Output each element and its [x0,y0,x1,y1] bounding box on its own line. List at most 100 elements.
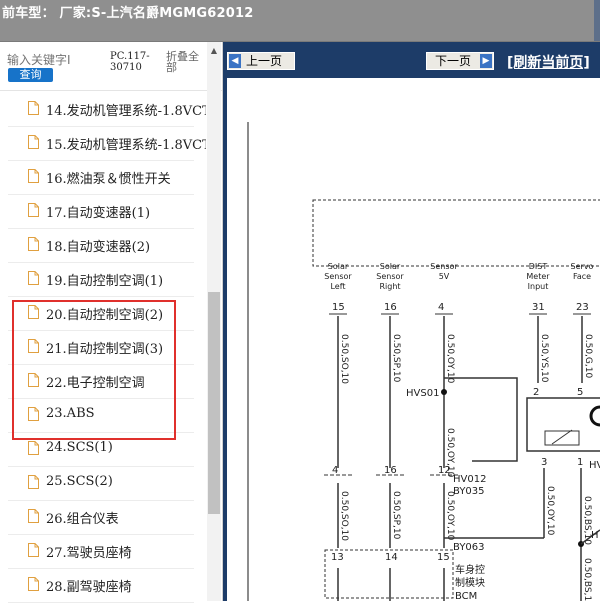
wire-label: 0.50,OY,10 [445,491,455,541]
tree-item-label: 28.副驾驶座椅 [46,580,132,595]
wire-label: 0.50,YS,10 [539,334,549,383]
module-label: BCM [455,591,477,601]
title-bar-edge [594,0,600,41]
arrow-left-icon: ◀ [229,54,241,68]
pin-number: 4 [438,302,444,313]
connector-id: HV012 [453,474,486,485]
sensor-label: Left [330,282,345,291]
tree-item-label: 19.自动控制空调(1) [46,274,164,289]
search-input[interactable] [7,52,105,68]
sensor-label: Input [528,282,549,291]
wire-label: 0.50,OY,10 [545,486,555,536]
motor-symbol [589,405,600,427]
tree-item-label: 18.自动变速器(2) [46,240,151,255]
connector-id: HV [589,460,600,471]
sensor-label: Meter [526,272,550,281]
tree-item[interactable]: 14.发动机管理系统-1.8VCT- [8,92,206,127]
document-viewer: ◀ 上一页 下一页 ▶ [刷新当前页] Solar Sensor Left 15 Sol… [223,42,600,601]
prev-page-button[interactable]: ◀ 上一页 [227,52,295,70]
sensor-label: Solar [380,262,401,271]
sensor-label: 5V [439,272,450,281]
tree-item-label: 17.自动变速器(1) [46,206,151,221]
document-icon [28,271,39,285]
wire-label: 0.50,G,10 [583,334,593,378]
schematic-page: Solar Sensor Left 15 Solar Sensor Right 16 Senso… [227,78,600,601]
document-icon [28,135,39,149]
pin-number: 23 [576,302,589,313]
tree-item-label: 15.发动机管理系统-1.8VCT- [46,138,206,153]
model-code: PC.117-30710 [110,51,150,73]
pin-number: 13 [331,552,344,563]
tree-item[interactable]: 19.自动控制空调(1) [8,262,194,297]
connector-id: BY035 [453,486,485,497]
tree-item-label: 24.SCS(1) [46,440,113,455]
document-icon [28,169,39,183]
document-icon [28,577,39,591]
tree-item[interactable]: 17.自动变速器(1) [8,194,194,229]
arrow-right-icon: ▶ [480,54,492,68]
scroll-thumb[interactable] [208,292,220,514]
wiring-diagram: SolarSensorLeft15SolarSensorRight16Senso… [247,122,600,601]
pin-number: 16 [384,465,397,476]
tree-item-label: 25.SCS(2) [46,474,113,489]
document-icon [28,101,39,115]
pin-number: 16 [384,302,397,313]
wire-label: 0.50,SP,10 [391,334,401,383]
component-box [526,397,600,452]
scroll-up-arrow-icon[interactable]: ▲ [207,46,221,56]
splice-dot [441,389,447,395]
pin-number: 5 [577,387,583,398]
pin-number: 15 [332,302,345,313]
pin-number: 14 [385,552,398,563]
sensor-label: Sensor [430,262,458,271]
highlight-box [12,300,176,440]
resistor-symbol [544,430,580,446]
wire-label: 0.50,SO,10 [339,491,349,541]
tree-item-label: 27.驾驶员座椅 [46,546,132,561]
next-page-button[interactable]: 下一页 ▶ [426,52,494,70]
connector-id: H [591,530,599,541]
pin-number: 31 [532,302,545,313]
module-box [312,199,600,267]
tree-item[interactable]: 25.SCS(2) [8,466,194,501]
sidebar-scrollbar[interactable]: ▲ [207,42,221,601]
document-icon [28,237,39,251]
next-page-label: 下一页 [435,54,472,68]
tree-item[interactable]: 28.副驾驶座椅 [8,568,194,603]
collapse-all-link[interactable]: 折叠全部 [166,51,202,73]
pin-number: 4 [332,465,338,476]
sensor-label: DIST [529,262,548,271]
sensor-label: Sensor [376,272,404,281]
search-row: 查询 PC.117-30710 折叠全部 [0,42,222,91]
tree-item-label: 26.组合仪表 [46,512,119,527]
document-icon [28,543,39,557]
refresh-page-link[interactable]: [刷新当前页] [507,52,590,72]
tree-item[interactable]: 16.燃油泵＆惯性开关 [8,160,194,195]
sensor-label: Sensor [324,272,352,281]
page-title: 前车型： 厂家:S-上汽名爵MGMG62012 [2,6,254,21]
sensor-label: Servo [571,262,594,271]
document-icon [28,475,39,489]
splice-id: HVS01 [406,388,439,399]
pin-number: 15 [437,552,450,563]
connector-id: BY063 [453,542,485,553]
search-button[interactable]: 查询 [8,68,53,82]
pin-number: 3 [541,457,547,468]
document-icon [28,441,39,455]
tree-item[interactable]: 18.自动变速器(2) [8,228,194,263]
wire-label: 0.50,SO,10 [339,334,349,384]
sidebar: 查询 PC.117-30710 折叠全部 14.发动机管理系统-1.8VCT- 1… [0,42,223,603]
title-bar: 前车型： 厂家:S-上汽名爵MGMG62012 [0,0,600,42]
wire-label: 0.50,SP,10 [391,491,401,540]
pin-number: 12 [438,465,451,476]
sensor-label: Solar [328,262,349,271]
module-label: 车身控 [455,563,485,576]
tree-item[interactable]: 26.组合仪表 [8,500,194,535]
tree-item[interactable]: 15.发动机管理系统-1.8VCT- [8,126,206,161]
pin-number: 2 [533,387,539,398]
sensor-label: Face [573,272,591,281]
tree-item[interactable]: 27.驾驶员座椅 [8,534,194,569]
document-icon [28,203,39,217]
wire-label: 0.50,OY,10 [445,334,455,384]
wire-label: 0.50,BS,10 [582,558,592,601]
